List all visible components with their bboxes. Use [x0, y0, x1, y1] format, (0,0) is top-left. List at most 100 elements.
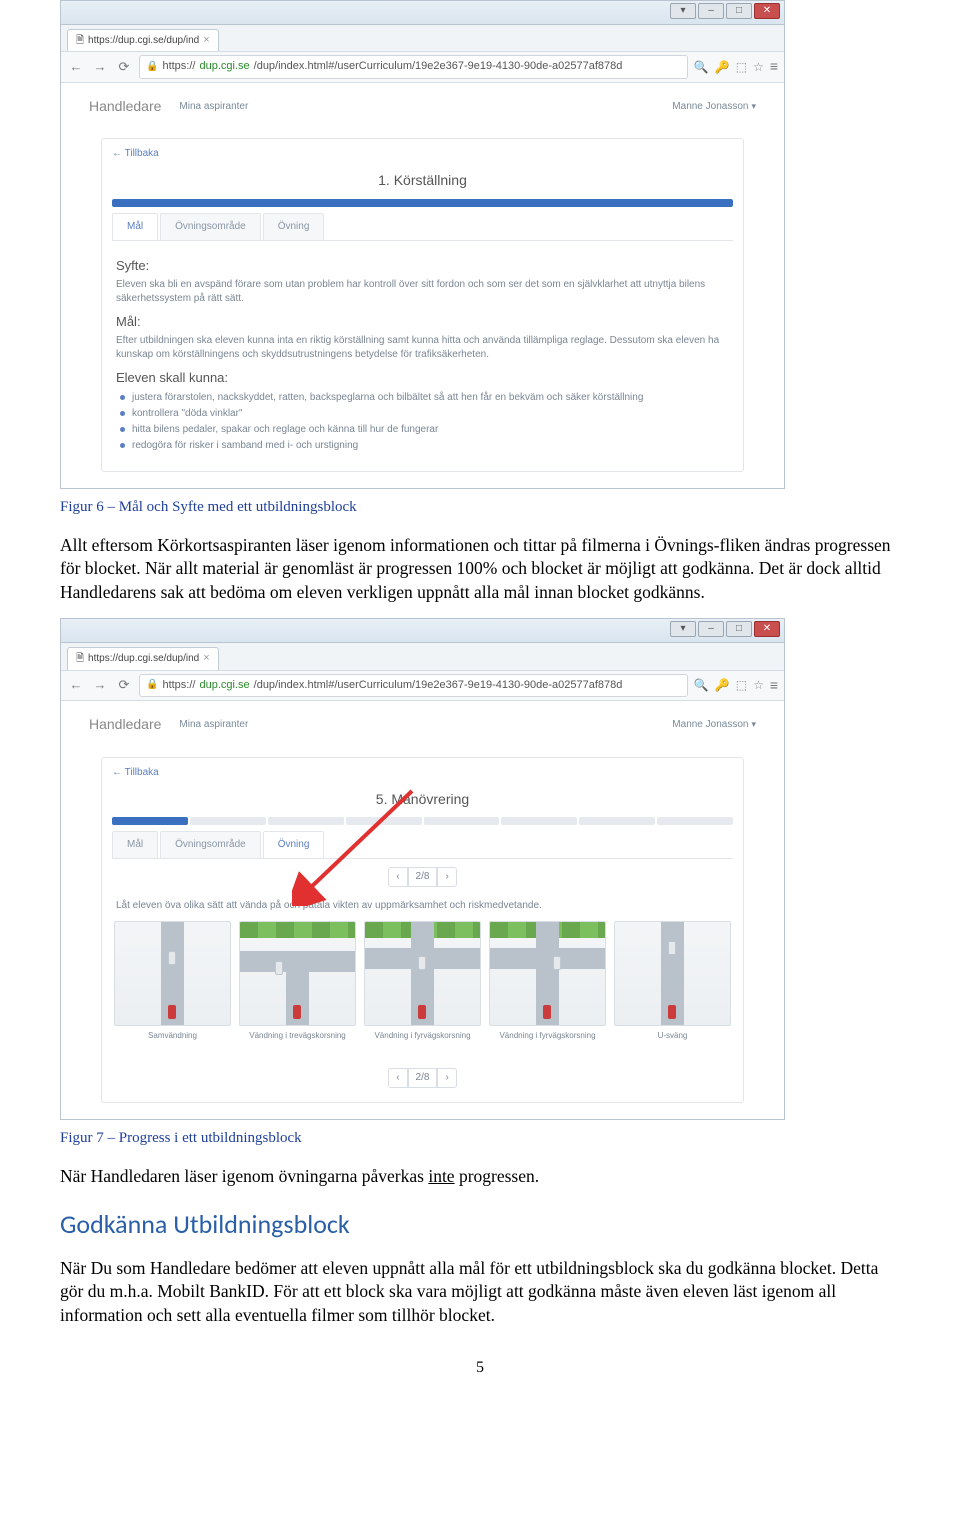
progress-bar — [112, 199, 733, 207]
lock-icon: 🔒 — [146, 60, 158, 74]
scenario-label: Vändning i fyrvägskorsning — [364, 1030, 481, 1041]
body-paragraph-2: När Handledaren läser igenom övningarna … — [60, 1165, 900, 1189]
pager-next-icon: › — [437, 867, 456, 887]
content-card: Tillbaka 5. Manövrering Mål Övningsområd… — [101, 757, 744, 1103]
nav-back-icon: ← — [67, 676, 85, 694]
scenario-label: Vändning i trevägskorsning — [239, 1030, 356, 1041]
pager-prev-icon: ‹ — [388, 867, 407, 887]
syfte-heading: Syfte: — [116, 257, 729, 275]
url-box: 🔒 https:// dup.cgi.se/dup/index.html#/use… — [139, 674, 688, 697]
url-path: /dup/index.html#/userCurriculum/19e2e367… — [254, 678, 623, 693]
hamburger-icon: ≡ — [770, 57, 778, 77]
pager-label: 2/8 — [408, 1068, 438, 1088]
window-minimize-icon: – — [698, 3, 724, 19]
bullet-item: hitta bilens pedaler, spakar och reglage… — [120, 423, 729, 437]
pager-prev-icon: ‹ — [388, 1068, 407, 1088]
nav-forward-icon: → — [91, 676, 109, 694]
bullet-item: redogöra för risker i samband med i- och… — [120, 439, 729, 453]
nav-aspiranter: Mina aspiranter — [179, 718, 248, 732]
url-host: dup.cgi.se — [199, 59, 249, 74]
app-header: Handledare Mina aspiranter Manne Jonasso… — [61, 709, 784, 741]
webpage-area: Handledare Mina aspiranter Manne Jonasso… — [61, 83, 784, 488]
window-close-icon: ✕ — [754, 3, 780, 19]
p2-part-a: När Handledaren läser igenom övningarna … — [60, 1166, 428, 1186]
tab-omrade: Övningsområde — [160, 213, 261, 240]
nav-back-icon: ← — [67, 58, 85, 76]
url-scheme: https:// — [162, 678, 195, 693]
scenario-label: U-sväng — [614, 1030, 731, 1041]
tab-close-icon: × — [203, 33, 209, 48]
star-icon: ☆ — [753, 677, 764, 694]
url-host: dup.cgi.se — [199, 678, 249, 693]
webpage-area: Handledare Mina aspiranter Manne Jonasso… — [61, 701, 784, 1118]
tab-ovning: Övning — [263, 213, 325, 240]
section-heading-godkanna: Godkänna Utbildningsblock — [60, 1206, 900, 1242]
user-menu: Manne Jonasson — [672, 100, 756, 114]
url-scheme: https:// — [162, 59, 195, 74]
syfte-text: Eleven ska bli en avspänd förare som uta… — [116, 278, 729, 305]
body-paragraph-1: Allt eftersom Körkortsaspiranten läser i… — [60, 534, 900, 605]
figure-6-caption: Figur 6 – Mål och Syfte med ett utbildni… — [60, 497, 900, 518]
exercise-instruction: Låt eleven öva olika sätt att vända på o… — [102, 895, 743, 917]
hamburger-icon: ≡ — [770, 676, 778, 696]
pager-bottom: ‹ 2/8 › — [102, 1068, 743, 1088]
p2-underlined: inte — [428, 1166, 454, 1186]
omnibox-icons: 🔍 🔑 ⬚ ☆ — [694, 59, 764, 76]
scenario-samvandning: Samvändning — [114, 921, 231, 1041]
progress-bar — [112, 817, 733, 825]
key-icon: 🔑 — [715, 677, 730, 694]
search-icon: 🔍 — [694, 59, 709, 76]
nav-aspiranter: Mina aspiranter — [179, 100, 248, 114]
window-dropdown-icon: ▾ — [670, 3, 696, 19]
section-tabs: Mål Övningsområde Övning — [112, 213, 733, 241]
bullet-item: kontrollera "döda vinklar" — [120, 407, 729, 421]
body-paragraph-3: När Du som Handledare bedömer att eleven… — [60, 1257, 900, 1328]
back-link: Tillbaka — [112, 147, 159, 161]
nav-forward-icon: → — [91, 58, 109, 76]
window-dropdown-icon: ▾ — [670, 621, 696, 637]
user-menu: Manne Jonasson — [672, 718, 756, 732]
mal-text: Efter utbildningen ska eleven kunna inta… — [116, 334, 729, 361]
key-icon: 🔑 — [715, 59, 730, 76]
pager-top: ‹ 2/8 › — [102, 867, 743, 887]
tab-close-icon: × — [203, 651, 209, 666]
pager-label: 2/8 — [408, 867, 438, 887]
window-titlebar: ▾ – □ ✕ — [61, 1, 784, 25]
pager-next-icon: › — [437, 1068, 456, 1088]
window-buttons: ▾ – □ ✕ — [670, 621, 780, 637]
nav-reload-icon: ⟳ — [115, 58, 133, 76]
window-close-icon: ✕ — [754, 621, 780, 637]
window-buttons: ▾ – □ ✕ — [670, 3, 780, 19]
scenario-fyrvag-1: Vändning i fyrvägskorsning — [364, 921, 481, 1041]
card-body: Syfte: Eleven ska bli en avspänd förare … — [102, 241, 743, 471]
scenario-usvang: U-sväng — [614, 921, 731, 1041]
block-title: 5. Manövrering — [102, 784, 743, 818]
brand: Handledare — [89, 97, 161, 117]
scenario-fyrvag-2: Vändning i fyrvägskorsning — [489, 921, 606, 1041]
tab-omrade: Övningsområde — [160, 831, 261, 858]
section-tabs: Mål Övningsområde Övning — [112, 831, 733, 859]
scenario-label: Vändning i fyrvägskorsning — [489, 1030, 606, 1041]
tab-favicon-icon: 🗎 — [76, 34, 84, 48]
tab-mal: Mål — [112, 831, 158, 858]
address-bar: ← → ⟳ 🔒 https://dup.cgi.se/dup/index.htm… — [61, 670, 784, 701]
lock-icon: 🔒 — [146, 678, 158, 692]
star-icon: ☆ — [753, 59, 764, 76]
address-bar: ← → ⟳ 🔒 https://dup.cgi.se/dup/index.htm… — [61, 51, 784, 82]
tab-ovning: Övning — [263, 831, 325, 858]
mal-heading: Mål: — [116, 313, 729, 331]
scenario-row: Samvändning Vändning i trevägskorsning V… — [102, 917, 743, 1049]
scenario-trevag: Vändning i trevägskorsning — [239, 921, 356, 1041]
tab-favicon-icon: 🗎 — [76, 652, 84, 666]
browser-tab: 🗎 https://dup.cgi.se/dup/ind × — [67, 647, 219, 669]
block-title: 1. Körställning — [102, 165, 743, 199]
figure-7-caption: Figur 7 – Progress i ett utbildningsbloc… — [60, 1128, 900, 1149]
page-number: 5 — [60, 1357, 900, 1379]
browser-tab-strip: 🗎 https://dup.cgi.se/dup/ind × — [61, 25, 784, 51]
content-card: Tillbaka 1. Körställning Mål Övningsområ… — [101, 138, 744, 471]
back-link: Tillbaka — [112, 766, 159, 780]
bookmark-icon: ⬚ — [736, 677, 747, 694]
tab-mal: Mål — [112, 213, 158, 240]
kunna-heading: Eleven skall kunna: — [116, 369, 729, 387]
p2-part-b: progressen. — [455, 1166, 540, 1186]
